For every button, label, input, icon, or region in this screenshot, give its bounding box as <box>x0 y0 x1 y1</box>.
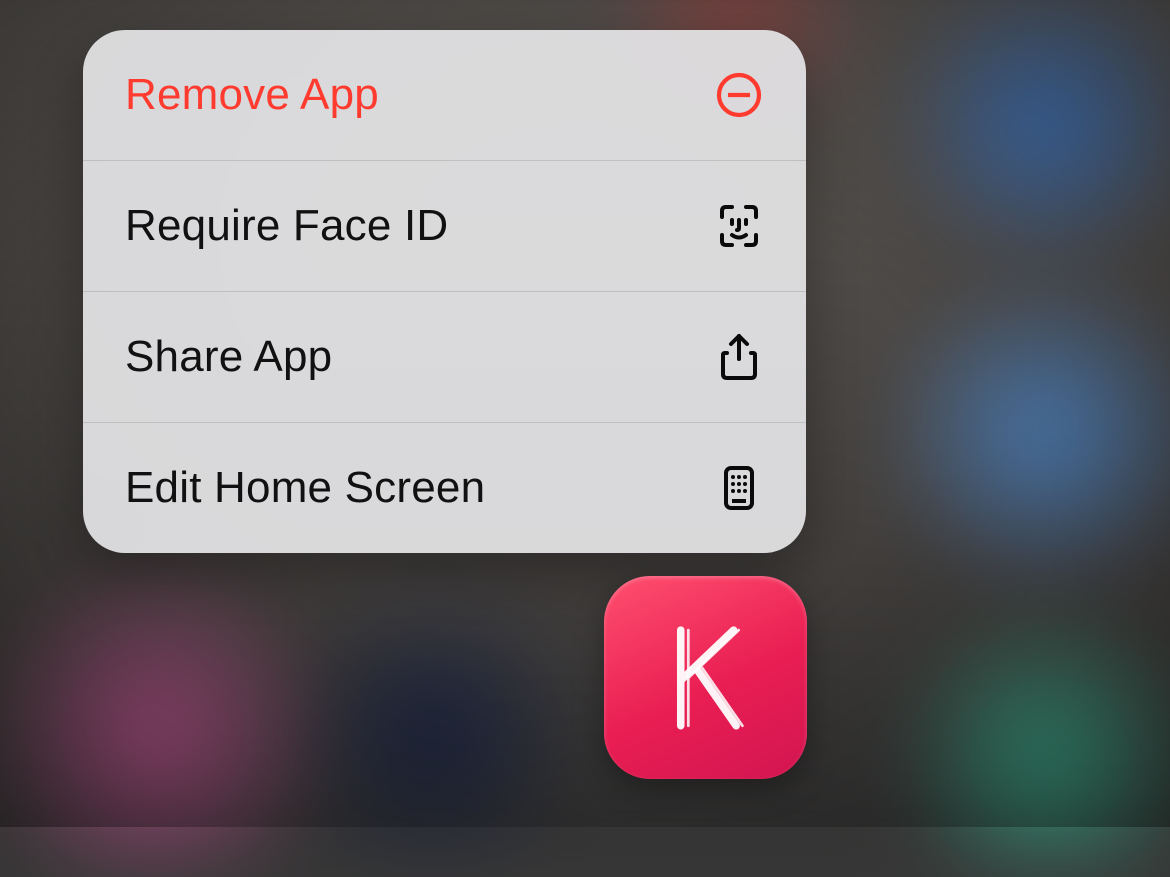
app-icon-letter-k <box>643 615 769 741</box>
app-context-menu: Remove App Require Face ID <box>83 30 806 553</box>
share-app-label: Share App <box>125 332 332 382</box>
share-icon <box>714 332 764 382</box>
remove-app-item[interactable]: Remove App <box>83 30 806 160</box>
require-face-id-label: Require Face ID <box>125 201 448 251</box>
require-face-id-item[interactable]: Require Face ID <box>83 160 806 291</box>
apps-grid-icon <box>714 463 764 513</box>
edit-home-screen-item[interactable]: Edit Home Screen <box>83 422 806 553</box>
remove-app-label: Remove App <box>125 70 379 120</box>
edit-home-screen-label: Edit Home Screen <box>125 463 485 513</box>
face-id-icon <box>714 201 764 251</box>
share-app-item[interactable]: Share App <box>83 291 806 422</box>
minus-circle-icon <box>714 70 764 120</box>
app-icon[interactable] <box>604 576 807 779</box>
